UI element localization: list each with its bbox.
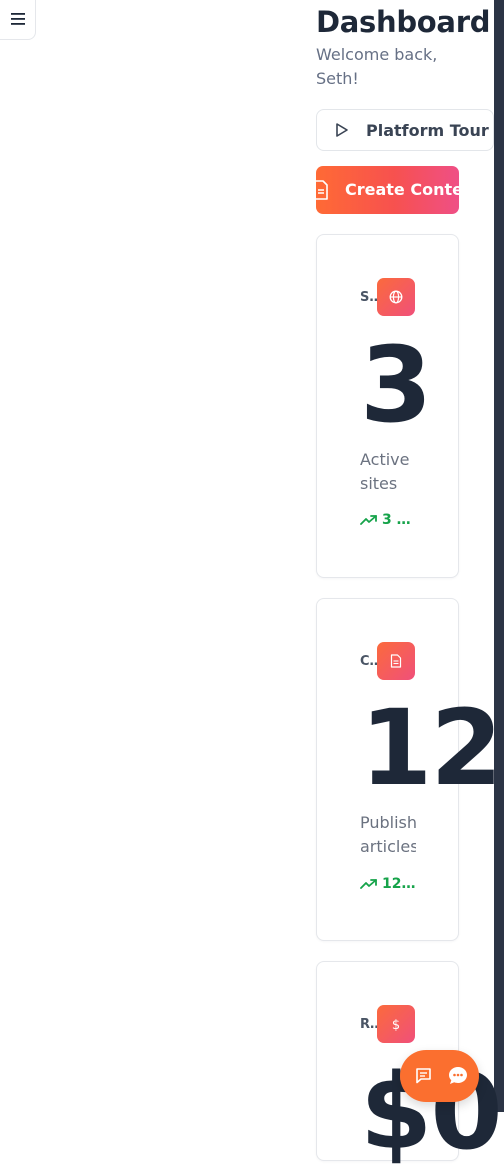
sidebar-toggle-button[interactable] [0, 0, 36, 40]
create-content-label: Create Content [345, 180, 459, 199]
stat-description: Published articles [360, 813, 416, 856]
trending-up-icon [360, 515, 377, 525]
chat-widget-button[interactable] [400, 1050, 479, 1102]
stat-trend: 12 published [360, 876, 416, 892]
stat-label: Revenue [360, 1017, 377, 1032]
message-square-icon [416, 1068, 431, 1084]
platform-tour-label: Platform Tour [366, 120, 489, 140]
platform-tour-button[interactable]: Platform Tour [316, 109, 494, 151]
page-title: Dashboard [316, 5, 491, 39]
stat-card-content: Content 12 Published articles 12 publish… [316, 598, 503, 941]
stat-badge [377, 642, 415, 680]
stat-value: 12 [360, 687, 503, 809]
document-icon [316, 180, 328, 200]
stat-trend-text: 12 published [382, 876, 416, 892]
dollar-icon: $ [392, 1018, 400, 1031]
stat-value: 3 [360, 324, 432, 446]
stat-label: Sites [360, 290, 377, 305]
stat-card-sites: Sites 3 Active sites 3 total [316, 234, 459, 578]
window-edge [494, 0, 504, 1112]
play-icon [336, 123, 348, 137]
stat-label: Content [360, 654, 377, 669]
welcome-message: Welcome back, Seth! [316, 45, 438, 88]
document-icon [390, 654, 402, 668]
create-content-button[interactable]: Create Content [316, 166, 459, 214]
hamburger-menu-icon [11, 13, 25, 25]
svg-text:$: $ [392, 1018, 400, 1031]
stat-description: Active sites [360, 450, 410, 493]
stat-badge: $ [377, 1005, 415, 1043]
trending-up-icon [360, 879, 377, 889]
chat-bubble-icon [449, 1067, 467, 1084]
stat-trend: 3 total [360, 512, 416, 528]
stat-badge [377, 278, 415, 316]
globe-icon [389, 290, 403, 304]
stat-trend-text: 3 total [382, 512, 416, 528]
